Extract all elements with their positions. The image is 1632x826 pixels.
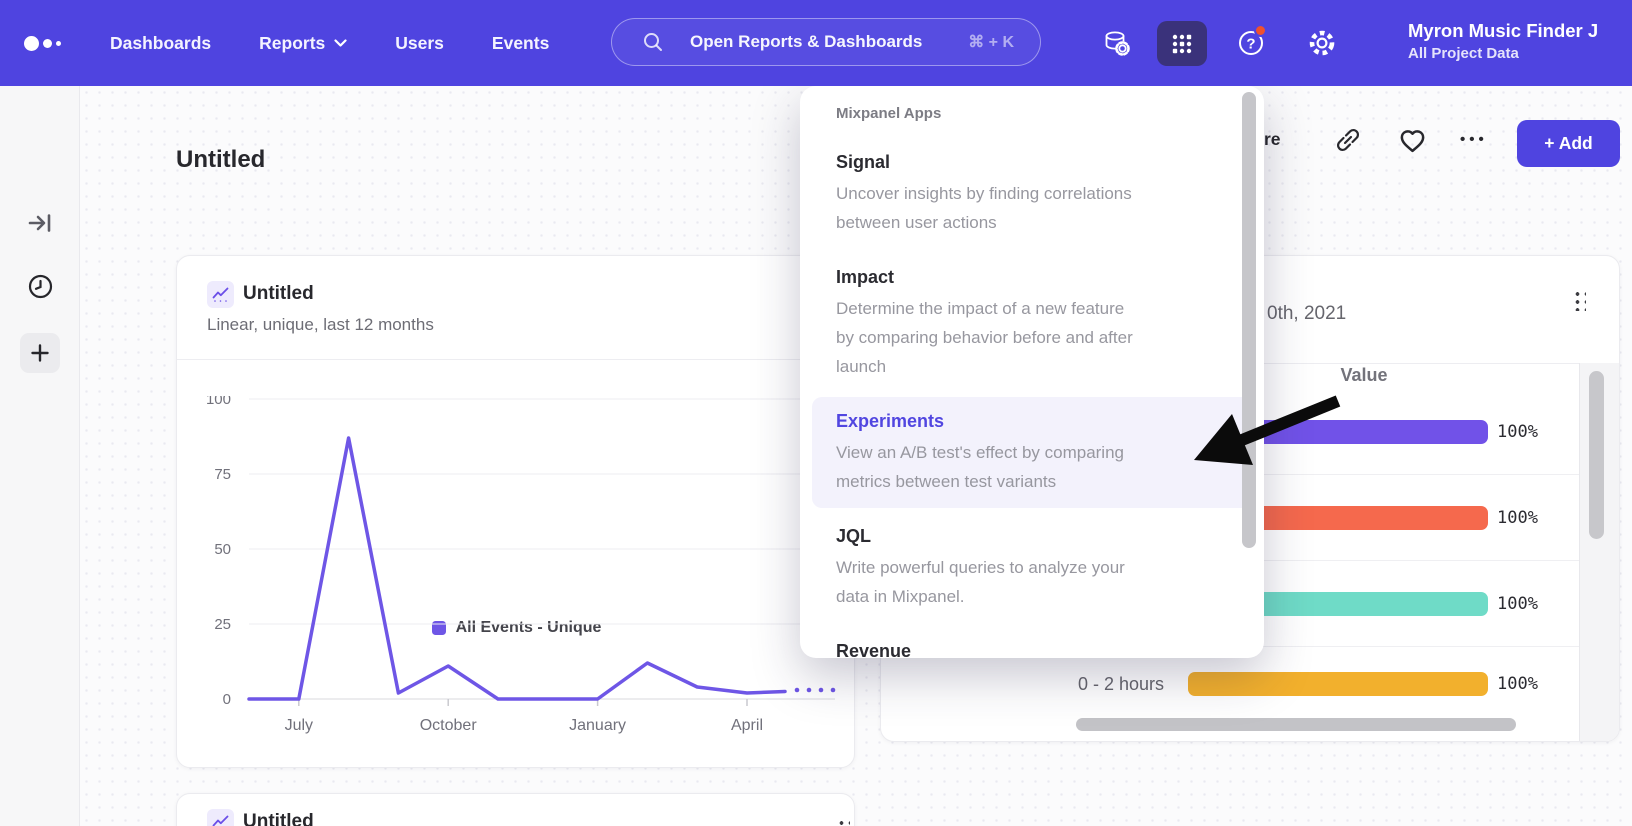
svg-text:75: 75 [214, 466, 231, 483]
settings-icon[interactable] [1306, 0, 1338, 86]
insight-card[interactable]: Untitled Linear, unique, last 12 months … [176, 255, 855, 768]
vertical-scrollbar[interactable] [1579, 363, 1620, 742]
nav-item-reports[interactable]: Reports [259, 33, 347, 54]
divider [177, 359, 854, 360]
apps-menu-item-revenue[interactable]: Revenue [812, 627, 1252, 658]
row-value: 100% [1497, 420, 1538, 444]
apps-grid-icon [1169, 31, 1195, 57]
page-title: Untitled [176, 146, 265, 174]
svg-text:0: 0 [223, 691, 231, 708]
row-label: 0 - 2 hours [1078, 647, 1164, 721]
svg-text:50: 50 [214, 541, 231, 558]
svg-text:October: October [420, 717, 478, 734]
apps-menu-item-signal[interactable]: Signal Uncover insights by finding correl… [812, 138, 1252, 249]
user-name: Myron Music Finder J [1408, 19, 1598, 43]
apps-menu-item-title: Signal [836, 150, 1228, 174]
nav-item-events[interactable]: Events [492, 33, 549, 54]
apps-grid-button[interactable] [1157, 21, 1207, 66]
line-chart-icon [207, 281, 234, 308]
svg-text:July: July [285, 717, 313, 734]
drag-handle-icon[interactable] [1573, 290, 1586, 311]
apps-menu-item-title: JQL [836, 524, 1228, 548]
line-chart[interactable]: 100 75 50 25 0 July October January April [177, 396, 856, 769]
row-value: 100% [1497, 506, 1538, 530]
nav-item-users[interactable]: Users [395, 33, 444, 54]
apps-menu-header: Mixpanel Apps [836, 104, 1264, 124]
insight-card-title: Untitled [243, 280, 314, 308]
add-button[interactable]: + Add [1517, 120, 1620, 167]
apps-menu-item-title: Impact [836, 265, 1228, 289]
expand-sidebar-icon[interactable] [20, 203, 60, 243]
search-icon [642, 31, 664, 53]
copy-link-icon[interactable] [1334, 126, 1362, 159]
top-nav: Dashboards Reports Users Events Open Report… [0, 0, 1632, 86]
apps-menu-item-title: Revenue [836, 639, 1228, 658]
apps-menu-items: Signal Uncover insights by finding correl… [800, 138, 1264, 658]
apps-menu-item-title: Experiments [836, 409, 1228, 433]
recent-history-icon[interactable] [20, 266, 60, 306]
help-button[interactable]: ? [1236, 0, 1266, 86]
favorite-heart-icon[interactable] [1398, 126, 1427, 159]
line-chart-icon [207, 809, 234, 826]
left-sidebar [0, 86, 80, 826]
apps-menu-item-description: Determine the impact of a new featureby … [836, 294, 1228, 381]
svg-text:100: 100 [206, 396, 231, 408]
primary-nav: Dashboards Reports Users Events [110, 0, 549, 86]
user-menu[interactable]: Myron Music Finder J All Project Data [1408, 19, 1598, 65]
global-search[interactable]: Open Reports & Dashboards ⌘ + K [611, 18, 1041, 66]
bottom-card-title: Untitled [243, 808, 314, 826]
plus-icon [31, 344, 49, 362]
search-shortcut: ⌘ + K [968, 32, 1014, 52]
svg-text:April: April [731, 717, 763, 734]
row-value: 100% [1497, 592, 1538, 616]
apps-menu-item-impact[interactable]: Impact Determine the impact of a new feat… [812, 253, 1252, 393]
row-value: 100% [1497, 672, 1538, 696]
value-bar [1188, 672, 1488, 696]
add-item-button[interactable] [20, 333, 60, 373]
drag-handle-icon[interactable] [837, 819, 850, 826]
notification-dot [1254, 24, 1267, 37]
apps-menu-item-jql[interactable]: JQL Write powerful queries to analyze you… [812, 512, 1252, 623]
user-project: All Project Data [1408, 43, 1598, 65]
apps-menu-item-description: Uncover insights by finding correlations… [836, 179, 1228, 237]
help-glyph: ? [1246, 36, 1255, 53]
vertical-scrollbar-thumb[interactable] [1589, 371, 1604, 539]
mixpanel-logo[interactable] [24, 0, 61, 86]
nav-item-dashboards[interactable]: Dashboards [110, 33, 211, 54]
horizontal-scrollbar-thumb[interactable] [1076, 718, 1516, 731]
apps-menu-item-experiments[interactable]: Experiments View an A/B test's effect by … [812, 397, 1252, 508]
table-card-date-partial: 0th, 2021 [1267, 303, 1346, 325]
apps-menu-item-description: View an A/B test's effect by comparingme… [836, 438, 1228, 496]
data-management-icon[interactable] [1101, 0, 1131, 86]
chevron-down-icon [334, 39, 347, 47]
dropdown-scrollbar-thumb[interactable] [1242, 92, 1256, 548]
more-options-button[interactable]: ••• [1460, 131, 1488, 148]
insight-card-subtitle: Linear, unique, last 12 months [207, 313, 434, 337]
table-row[interactable]: 0 - 2 hours 100% [881, 647, 1579, 721]
mixpanel-dashboard-screen: Untitled re ••• + Add Untitled Linear, u… [0, 0, 1632, 826]
apps-menu-item-description: Write powerful queries to analyze yourda… [836, 553, 1228, 611]
search-placeholder: Open Reports & Dashboards [690, 32, 922, 52]
mixpanel-apps-dropdown: Mixpanel Apps Signal Uncover insights by … [800, 86, 1264, 658]
svg-text:25: 25 [214, 616, 231, 633]
bottom-card[interactable]: Untitled [176, 793, 855, 826]
share-button-partial[interactable]: re [1264, 129, 1281, 150]
svg-text:January: January [569, 717, 626, 734]
value-column-header: Value [1284, 365, 1444, 386]
